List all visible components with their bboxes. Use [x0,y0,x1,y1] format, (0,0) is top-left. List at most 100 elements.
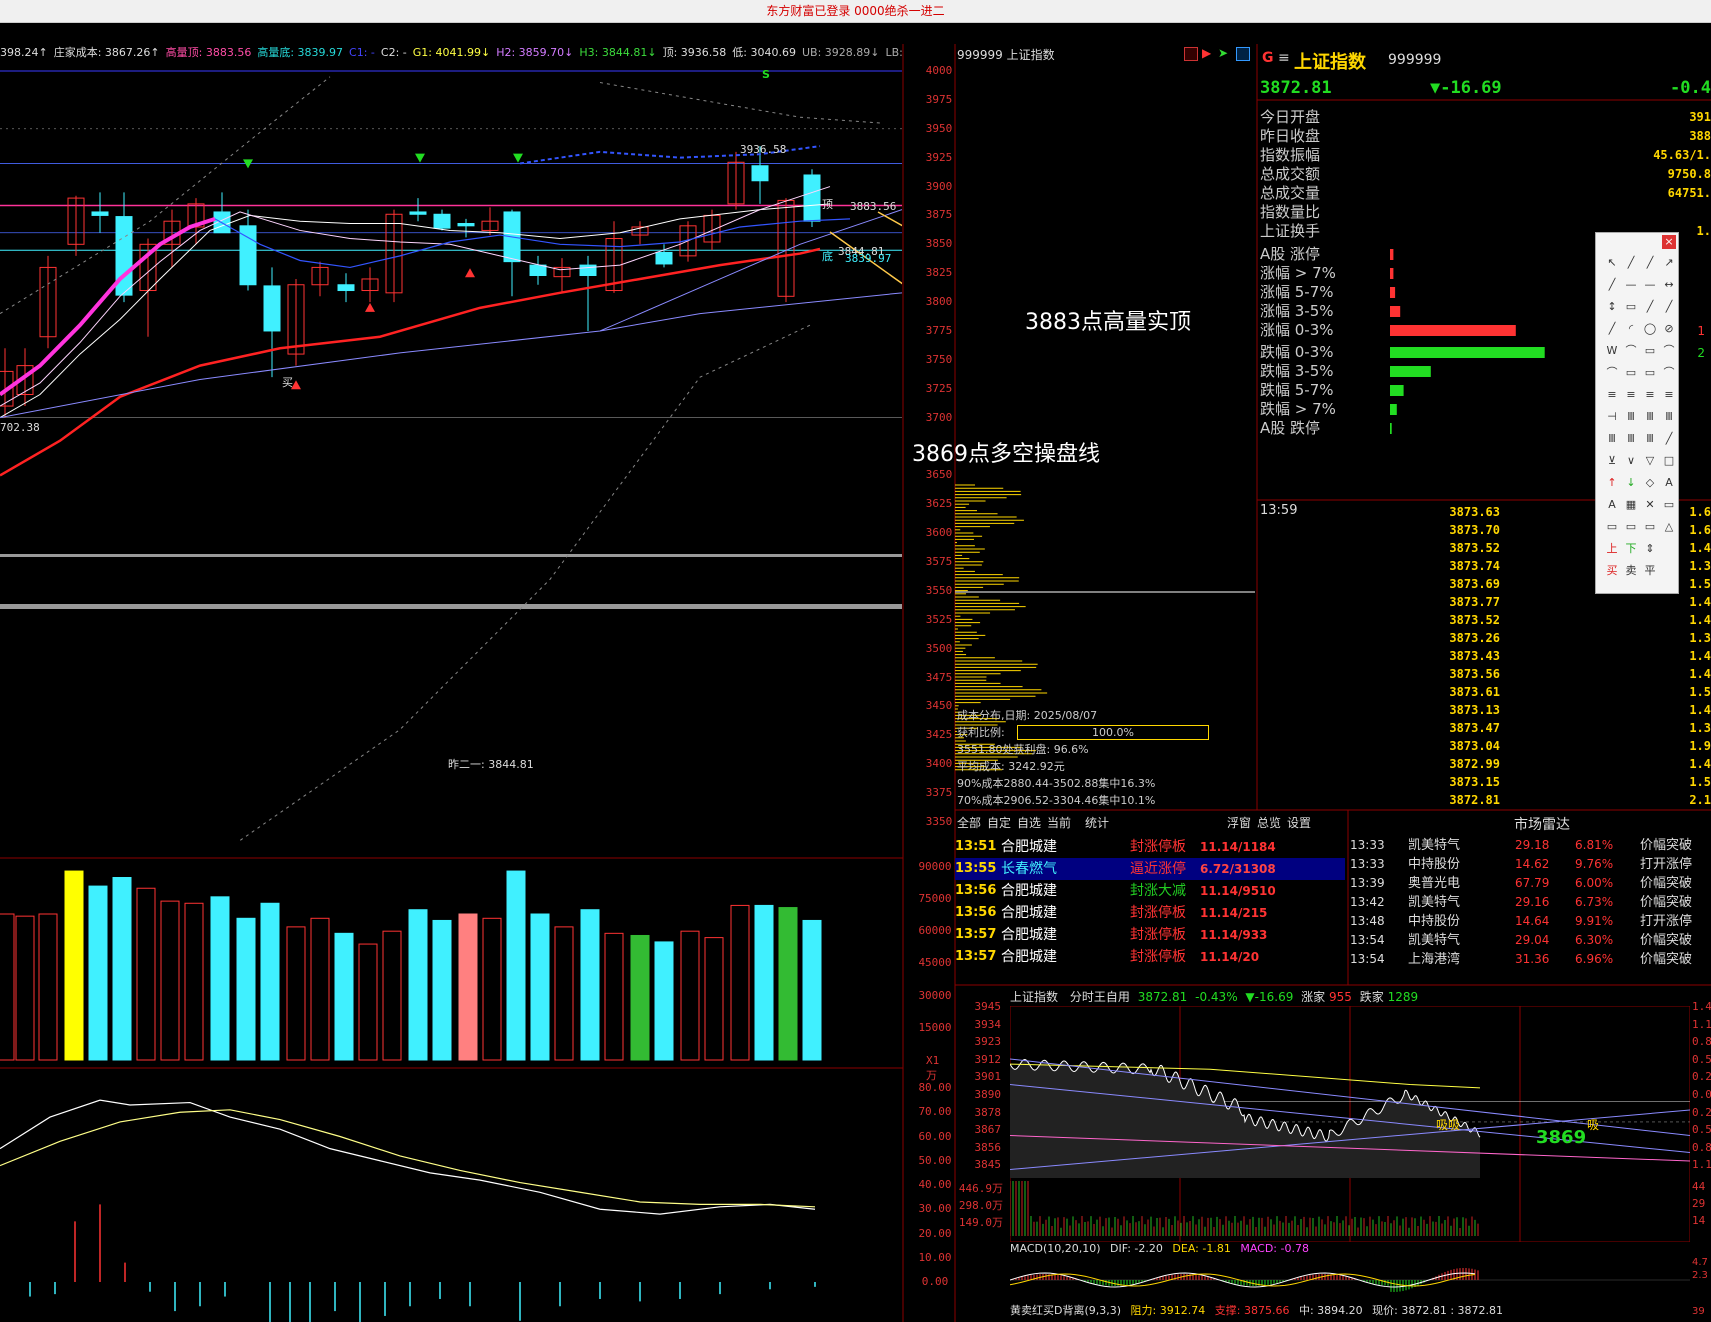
draw-tool-icon-56[interactable]: 买 [1604,563,1620,579]
draw-tool-icon-36[interactable]: ⊻ [1604,453,1620,469]
intraday-pct-tick-1: 1.1 [1692,1017,1711,1031]
draw-tool-icon-24[interactable]: ≡ [1604,387,1620,403]
indicator-chart[interactable] [0,1070,902,1322]
quote-row-0: 今日开盘 391 [1260,108,1711,127]
kline-info-5: C2: - [380,46,407,59]
draw-tool-icon-45[interactable]: ▦ [1623,497,1639,513]
draw-tool-icon-52[interactable]: 上 [1604,541,1620,557]
draw-tool-icon-22[interactable]: ▭ [1642,365,1658,381]
draw-tool-icon-11[interactable]: ╱ [1661,299,1677,315]
price-tick-1: 3975 [925,92,953,106]
candle-body-19 [457,223,475,227]
alert-tab-7[interactable]: 设置 [1287,814,1311,831]
draw-tool-icon-27[interactable]: ≡ [1661,387,1677,403]
draw-tool-icon-17[interactable]: ⌒ [1623,343,1639,359]
radar-pct: 6.30% [1575,933,1614,947]
draw-tool-icon-18[interactable]: ▭ [1642,343,1658,359]
draw-tool-icon-14[interactable]: ◯ [1642,321,1658,337]
price-tick-22: 3425 [925,728,953,742]
flag-icon[interactable] [1184,47,1198,61]
draw-tool-icon-31[interactable]: Ⅲ [1661,409,1677,425]
draw-tool-icon-41[interactable]: ↓ [1623,475,1639,491]
arrow-icon[interactable]: ➤ [1218,46,1228,60]
alert-tab-4[interactable]: 统计 [1085,814,1109,831]
draw-tool-icon-19[interactable]: ⌒ [1661,343,1677,359]
intraday-tick-6: 3878 [974,1105,1002,1119]
macd-chart[interactable] [1010,1258,1690,1302]
draw-tool-icon-4[interactable]: ╱ [1604,277,1620,293]
signal-arrow-1 [415,153,425,163]
draw-tool-icon-40[interactable]: ↑ [1604,475,1620,491]
draw-tool-icon-26[interactable]: ≡ [1642,387,1658,403]
draw-tool-icon-43[interactable]: A [1661,475,1677,491]
price-tick-24: 3375 [925,786,953,800]
draw-tool-icon-42[interactable]: ◇ [1642,475,1658,491]
draw-tool-icon-39[interactable]: □ [1661,453,1677,469]
draw-tool-icon-53[interactable]: 下 [1623,541,1639,557]
tick-price-10: 3873.61 [1449,685,1500,699]
alert-tab-6[interactable]: 总览 [1257,814,1281,831]
draw-tool-icon-8[interactable]: ↕ [1604,299,1620,315]
draw-tool-icon-6[interactable]: — [1642,277,1658,293]
candlestick-chart[interactable] [0,62,902,842]
draw-tool-icon-12[interactable]: ╱ [1604,321,1620,337]
draw-tool-icon-46[interactable]: ✕ [1642,497,1658,513]
volume-chart[interactable] [0,860,902,1066]
draw-tool-icon-48[interactable]: ▭ [1604,519,1620,535]
draw-tool-icon-13[interactable]: ◜ [1623,321,1639,337]
draw-tool-icon-15[interactable]: ⊘ [1661,321,1677,337]
draw-tool-icon-38[interactable]: ▽ [1642,453,1658,469]
draw-tool-icon-54[interactable]: ⇕ [1642,541,1658,557]
alert-tab-2[interactable]: 自选 [1017,814,1041,831]
signal-arrow-0 [243,159,253,169]
draw-tool-icon-37[interactable]: ∨ [1623,453,1639,469]
draw-tool-icon-59[interactable] [1661,563,1677,579]
draw-tool-icon-34[interactable]: Ⅲ [1642,431,1658,447]
draw-tool-icon-51[interactable]: △ [1661,519,1677,535]
draw-tool-icon-3[interactable]: ↗ [1661,255,1677,271]
draw-tool-icon-28[interactable]: ⊣ [1604,409,1620,425]
draw-tool-icon-47[interactable]: ▭ [1661,497,1677,513]
draw-tool-icon-55[interactable] [1661,541,1677,557]
draw-tool-icon-0[interactable]: ↖ [1604,255,1620,271]
draw-tool-icon-5[interactable]: — [1623,277,1639,293]
draw-tool-icon-49[interactable]: ▭ [1623,519,1639,535]
draw-tool-icon-50[interactable]: ▭ [1642,519,1658,535]
alert-tab-5[interactable]: 浮窗 [1227,814,1251,831]
draw-tool-icon-58[interactable]: 平 [1642,563,1658,579]
draw-tool-icon-7[interactable]: ↔ [1661,277,1677,293]
price-tick-25: 3350 [925,815,953,828]
draw-tool-icon-35[interactable]: ╱ [1661,431,1677,447]
menu-icon[interactable]: ≡ [1278,50,1290,66]
signal-arrow-4 [365,302,375,312]
alert-tab-3[interactable]: 当前 [1047,814,1071,831]
chip-profit-label: 获利比例: [957,726,1005,739]
draw-tool-icon-30[interactable]: Ⅲ [1642,409,1658,425]
price-tick-23: 3400 [925,757,953,771]
alert-tab-0[interactable]: 全部 [957,814,981,831]
draw-tool-icon-25[interactable]: ≡ [1623,387,1639,403]
draw-tool-icon-33[interactable]: Ⅲ [1623,431,1639,447]
draw-tool-icon-16[interactable]: W [1604,343,1620,359]
play-icon[interactable]: ▶ [1202,46,1211,60]
draw-tool-icon-2[interactable]: ╱ [1642,255,1658,271]
price-tick-21: 3450 [925,699,953,713]
draw-tool-icon-9[interactable]: ▭ [1623,299,1639,315]
window-icon[interactable] [1236,47,1250,61]
tick-price-6: 3873.52 [1449,613,1500,627]
indicator-tick-7: 10.00 [918,1250,952,1264]
kline-info-3: 高量底: 3839.97 [257,46,344,59]
draw-tool-icon-57[interactable]: 卖 [1623,563,1639,579]
draw-tool-icon-29[interactable]: Ⅲ [1623,409,1639,425]
draw-tool-icon-21[interactable]: ▭ [1623,365,1639,381]
close-icon[interactable]: × [1662,235,1676,249]
draw-tool-icon-10[interactable]: ╱ [1642,299,1658,315]
draw-tool-icon-23[interactable]: ⌒ [1661,365,1677,381]
band-upper [0,76,331,315]
draw-tool-icon-1[interactable]: ╱ [1623,255,1639,271]
draw-tool-icon-20[interactable]: ⌒ [1604,365,1620,381]
macd-header: MACD(10,20,10) DIF: -2.20 DEA: -1.81 MAC… [1010,1242,1710,1258]
alert-tab-1[interactable]: 自定 [987,814,1011,831]
draw-tool-icon-32[interactable]: Ⅲ [1604,431,1620,447]
draw-tool-icon-44[interactable]: A [1604,497,1620,513]
